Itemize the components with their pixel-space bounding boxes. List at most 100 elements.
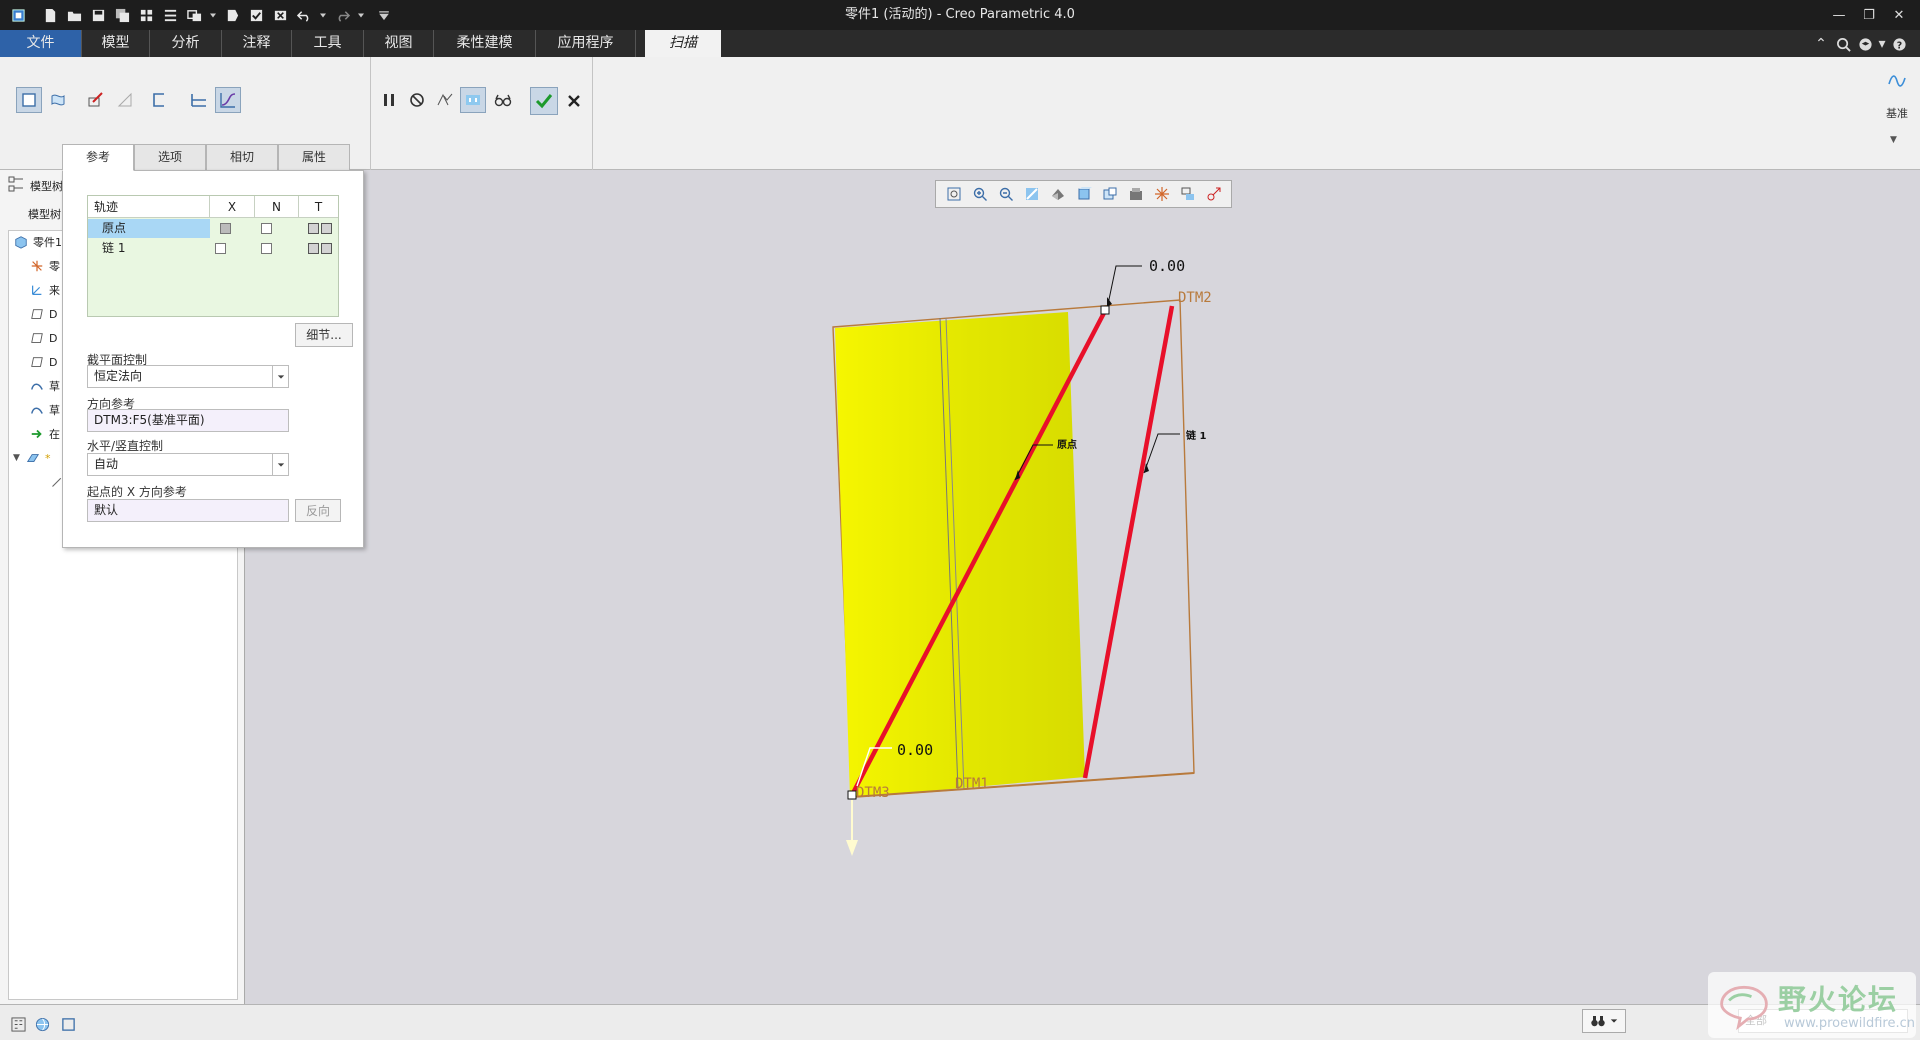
start-x-direction-collector[interactable]: 默认	[87, 499, 289, 522]
minimize-ribbon-icon[interactable]: ⌃	[1810, 33, 1832, 55]
tree-item-part[interactable]: 零件1	[13, 231, 62, 253]
regenerate-icon[interactable]	[136, 5, 156, 25]
t-toggle[interactable]	[321, 243, 332, 254]
datum-display-filters-icon[interactable]	[1149, 183, 1175, 205]
flip-button[interactable]: 反向	[295, 499, 341, 522]
tab-view[interactable]: 视图	[364, 30, 434, 57]
datum-label-dtm2[interactable]: DTM2	[1178, 290, 1212, 306]
expand-arrow-icon[interactable]: ▼	[13, 453, 25, 463]
tree-item-sketch-2[interactable]: 草	[29, 399, 60, 421]
tree-item-insert-here[interactable]: 在	[29, 423, 60, 445]
model-tree-settings-icon[interactable]	[160, 5, 180, 25]
tab-flexible-modeling[interactable]: 柔性建模	[434, 30, 536, 57]
subtab-references[interactable]: 参考	[62, 144, 134, 171]
trajectory-row-origin[interactable]: 原点	[88, 219, 338, 238]
subtab-properties[interactable]: 属性	[278, 144, 350, 170]
subtab-options[interactable]: 选项	[134, 144, 206, 170]
details-button[interactable]: 细节...	[295, 323, 353, 347]
help-icon[interactable]: ?	[1888, 33, 1910, 55]
tree-item-datum-plane-1[interactable]: D	[29, 303, 57, 325]
restore-icon[interactable]: ❐	[1854, 4, 1884, 26]
verify-glasses-button[interactable]	[490, 87, 516, 113]
pause-button[interactable]	[376, 87, 402, 113]
datum-label-dtm1[interactable]: DTM1	[955, 776, 989, 792]
model-tree-toggle-icon[interactable]	[8, 176, 24, 192]
community-icon[interactable]	[1854, 33, 1876, 55]
thicken-sketch-button[interactable]	[112, 87, 138, 113]
zoom-in-icon[interactable]	[967, 183, 993, 205]
tree-item-csys[interactable]: 零	[29, 255, 60, 277]
tab-applications[interactable]: 应用程序	[536, 30, 636, 57]
redo-dropdown-icon[interactable]	[356, 5, 366, 25]
view-manager-icon[interactable]	[1097, 183, 1123, 205]
windows-icon[interactable]	[184, 5, 204, 25]
trajectory-start-marker[interactable]	[847, 790, 857, 800]
x-checkbox[interactable]	[220, 223, 231, 234]
repaint-icon[interactable]	[1019, 183, 1045, 205]
redo-icon[interactable]	[332, 5, 352, 25]
remove-material-button[interactable]	[82, 87, 108, 113]
app-menu-icon[interactable]	[8, 5, 28, 25]
t-toggle[interactable]	[308, 223, 319, 234]
create-section-button[interactable]	[146, 87, 172, 113]
close-icon[interactable]: ✕	[1884, 4, 1914, 26]
save-icon[interactable]	[88, 5, 108, 25]
variable-section-button[interactable]	[215, 87, 241, 113]
tab-sweep[interactable]: 扫描	[645, 30, 721, 57]
display-style-icon[interactable]	[1045, 183, 1071, 205]
show-navigator-icon[interactable]	[8, 1014, 28, 1034]
tree-item-csys-2[interactable]: 来	[29, 279, 60, 301]
play-trail-icon[interactable]	[222, 5, 242, 25]
t-toggle[interactable]	[308, 243, 319, 254]
show-browser-icon[interactable]	[32, 1014, 52, 1034]
tree-item-sketch-1[interactable]: 草	[29, 375, 60, 397]
n-checkbox[interactable]	[261, 243, 272, 254]
cancel-x-button[interactable]	[561, 88, 587, 114]
minimize-icon[interactable]: —	[1824, 4, 1854, 26]
tree-item-datum-plane-2[interactable]: D	[29, 327, 57, 349]
preview-geometry-button[interactable]	[432, 87, 458, 113]
undo-icon[interactable]	[294, 5, 314, 25]
tab-model[interactable]: 模型	[82, 30, 150, 57]
dimension-value-bottom[interactable]: 0.00	[897, 741, 933, 759]
refit-icon[interactable]	[941, 183, 967, 205]
dimension-value-top[interactable]: 0.00	[1149, 257, 1185, 275]
sweep-surface[interactable]	[835, 312, 1085, 798]
datum-curve-icon[interactable]	[1882, 65, 1912, 95]
customize-quick-access-icon[interactable]	[378, 5, 390, 25]
zoom-out-icon[interactable]	[993, 183, 1019, 205]
datum-label-dtm3[interactable]: DTM3	[856, 785, 890, 801]
no-preview-button[interactable]	[404, 87, 430, 113]
datum-dropdown-icon[interactable]: ▼	[1890, 135, 1897, 145]
tab-tools[interactable]: 工具	[292, 30, 364, 57]
saved-orientations-icon[interactable]	[1071, 183, 1097, 205]
annotation-display-icon[interactable]	[1175, 183, 1201, 205]
tree-item-datum-plane-3[interactable]: D	[29, 351, 57, 373]
perspective-view-icon[interactable]	[1123, 183, 1149, 205]
graphics-window[interactable]	[246, 170, 1920, 1004]
x-checkbox[interactable]	[215, 243, 226, 254]
save-copy-icon[interactable]	[112, 5, 132, 25]
feature-preview-button[interactable]	[460, 87, 486, 113]
dropdown-arrow-icon[interactable]	[208, 5, 218, 25]
tab-analysis[interactable]: 分析	[150, 30, 222, 57]
ok-check-button[interactable]	[530, 87, 558, 115]
community-dropdown-icon[interactable]: ▾	[1876, 33, 1888, 55]
direction-reference-collector[interactable]: DTM3:F5(基准平面)	[87, 409, 289, 432]
trajectory-row-chain1[interactable]: 链 1	[88, 239, 338, 258]
hv-control-select[interactable]: 自动	[87, 453, 289, 476]
find-button[interactable]	[1582, 1009, 1626, 1033]
t-toggle[interactable]	[321, 223, 332, 234]
tab-annotate[interactable]: 注释	[222, 30, 292, 57]
tree-item-sweep[interactable]: ▼ *	[13, 447, 51, 469]
open-folder-icon[interactable]	[64, 5, 84, 25]
n-checkbox[interactable]	[261, 223, 272, 234]
surface-sweep-button[interactable]	[45, 87, 71, 113]
close-window-icon[interactable]	[270, 5, 290, 25]
spin-center-icon[interactable]	[1201, 183, 1227, 205]
section-plane-control-select[interactable]: 恒定法向	[87, 365, 289, 388]
new-file-icon[interactable]	[40, 5, 60, 25]
undo-dropdown-icon[interactable]	[318, 5, 328, 25]
check-window-icon[interactable]	[246, 5, 266, 25]
subtab-tangency[interactable]: 相切	[206, 144, 278, 170]
